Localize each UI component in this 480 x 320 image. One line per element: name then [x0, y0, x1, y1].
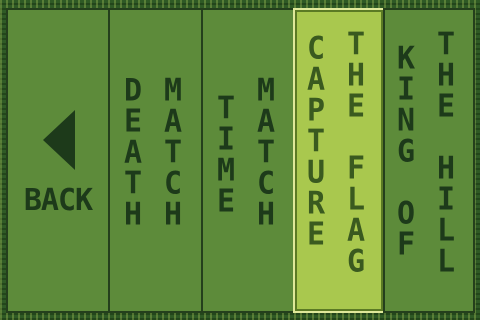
letter: A [164, 103, 183, 140]
letter: C [307, 30, 326, 67]
letter: A [124, 134, 143, 171]
letter: M [257, 72, 276, 109]
letter: U [307, 154, 326, 191]
letter: I [437, 181, 456, 218]
letter: N [397, 102, 416, 139]
mode-word: MATCH [164, 72, 183, 233]
letter: T [164, 134, 183, 171]
back-label: BACK [23, 183, 93, 218]
letter: G [347, 243, 366, 280]
letter: E [124, 103, 143, 140]
letter: T [124, 165, 143, 202]
letter-space [347, 122, 365, 154]
letter: T [257, 134, 276, 171]
letter: R [307, 185, 326, 222]
letter: T [347, 26, 366, 63]
letter: E [217, 183, 236, 220]
letter: H [437, 150, 456, 187]
letter: H [124, 196, 143, 233]
mode-word: KING OF [397, 40, 416, 263]
letter: I [217, 121, 236, 158]
letter: A [307, 61, 326, 98]
letter-space [397, 167, 415, 199]
letter: A [257, 103, 276, 140]
letter: O [397, 195, 416, 232]
letter: M [164, 72, 183, 109]
letter: M [217, 152, 236, 189]
letter: F [347, 150, 366, 187]
letter: L [437, 243, 456, 280]
letter: C [257, 165, 276, 202]
letter: L [347, 181, 366, 218]
letter: A [347, 212, 366, 249]
mode-word: THE FLAG [347, 26, 366, 280]
letter: H [257, 196, 276, 233]
mode-king-of-the-hill[interactable]: KING OF THE HILL [383, 8, 475, 313]
letter-space [437, 122, 455, 154]
letter: T [217, 90, 236, 127]
letter: H [347, 57, 366, 94]
letter: K [397, 40, 416, 77]
mode-capture-the-flag[interactable]: CAPTURE THE FLAG [293, 8, 385, 313]
letter: E [347, 88, 366, 125]
mode-word: THE HILL [437, 26, 456, 280]
mode-word: CAPTURE [307, 30, 326, 253]
letter: T [437, 26, 456, 63]
mode-word: DEATH [124, 72, 143, 233]
letter: E [307, 216, 326, 253]
back-arrow-icon [43, 110, 75, 170]
mode-word: MATCH [257, 72, 276, 233]
letter: C [164, 165, 183, 202]
mode-time-match[interactable]: TIME MATCH [201, 8, 295, 313]
letter: L [437, 212, 456, 249]
mode-word: TIME [217, 90, 236, 220]
letter: I [397, 71, 416, 108]
letter: F [397, 226, 416, 263]
letter: H [437, 57, 456, 94]
mode-death-match[interactable]: DEATH MATCH [108, 8, 203, 313]
letter: T [307, 123, 326, 160]
letter: D [124, 72, 143, 109]
letter: H [164, 196, 183, 233]
letter: P [307, 92, 326, 129]
letter: G [397, 133, 416, 170]
mode-select-screen: BACK DEATH MATCH TIME MATCH CAPTURE THE … [0, 0, 480, 320]
letter: E [437, 88, 456, 125]
back-button[interactable]: BACK [6, 8, 110, 313]
